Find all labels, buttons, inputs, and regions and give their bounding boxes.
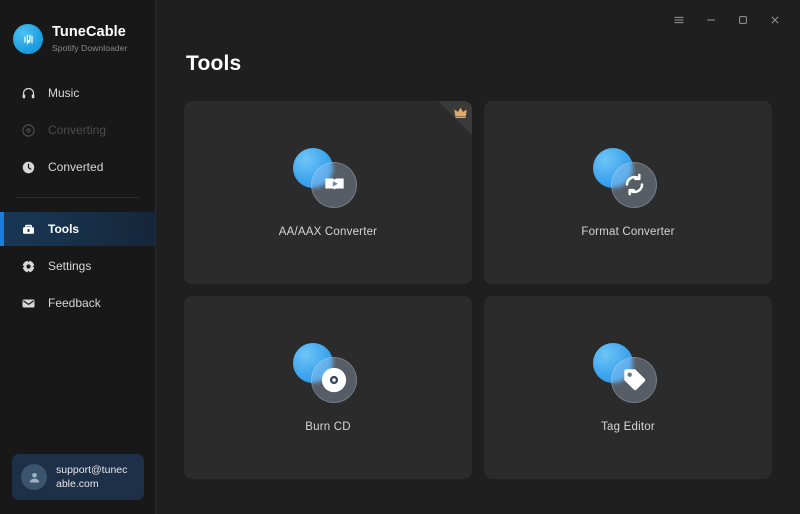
tool-card-label: Burn CD [305,420,351,433]
tool-card-tag-editor[interactable]: Tag Editor [484,296,772,479]
sidebar-divider [16,197,139,198]
sidebar-item-tools[interactable]: Tools [0,212,155,246]
icon-front-circle [311,356,357,403]
sidebar: TuneCable Spotify Downloader Music Conve… [0,0,156,514]
sidebar-item-label: Music [48,86,80,100]
crown-badge [438,101,472,135]
application-window: TuneCable Spotify Downloader Music Conve… [0,0,800,514]
sidebar-nav: Music Converting Converted Tools Setting… [0,76,155,323]
menu-button[interactable] [664,6,694,34]
sidebar-item-settings[interactable]: Settings [0,249,155,283]
icon-front-circle [311,161,357,208]
minimize-button[interactable] [696,6,726,34]
support-email-button[interactable]: support@tunec able.com [12,454,144,500]
maximize-button[interactable] [728,6,758,34]
compact-disc-icon [291,342,365,403]
sidebar-item-music[interactable]: Music [0,76,155,110]
audiobook-play-icon [291,147,365,208]
sidebar-item-converted[interactable]: Converted [0,150,155,184]
sidebar-item-label: Settings [48,259,92,273]
tool-card-label: AA/AAX Converter [278,225,378,238]
tool-card-burn-cd[interactable]: Burn CD [184,296,472,479]
sidebar-item-label: Feedback [48,296,101,310]
envelope-icon [20,295,36,311]
tool-card-label: Tag Editor [601,420,655,433]
icon-front-circle [611,161,657,208]
converting-disc-icon [20,122,36,138]
clock-icon [20,159,36,175]
brand-subtitle: Spotify Downloader [52,42,128,53]
close-button[interactable] [760,6,790,34]
headphones-icon [20,85,36,101]
gear-icon [20,258,36,274]
refresh-sync-icon [591,147,665,208]
page-title: Tools [186,52,242,75]
tool-card-aa-aax-converter[interactable]: AA/AAX Converter [184,101,472,284]
brand-name: TuneCable [52,24,126,41]
tools-grid: AA/AAX Converter Format Converter Burn C… [184,101,772,479]
crown-icon [453,105,468,120]
main-content: Tools AA/AAX Converter Format Converter … [156,0,800,514]
brand-header: TuneCable Spotify Downloader [0,0,155,62]
sidebar-item-label: Converted [48,160,104,174]
window-titlebar [664,0,800,40]
support-email-line1: support@tunec [56,463,128,476]
sidebar-item-label: Converting [48,123,107,137]
tool-card-format-converter[interactable]: Format Converter [484,101,772,284]
user-avatar-icon [21,464,47,490]
sidebar-item-feedback[interactable]: Feedback [0,286,155,320]
tool-card-label: Format Converter [581,225,675,238]
sidebar-item-label: Tools [48,222,80,236]
sidebar-item-converting[interactable]: Converting [0,113,155,147]
support-email-line2: able.com [56,478,99,490]
icon-front-circle [611,356,657,403]
music-waveform-icon [13,24,43,54]
support-email-text: support@tunec able.com [56,463,127,491]
toolbox-icon [20,221,36,237]
price-tag-icon [591,342,665,403]
